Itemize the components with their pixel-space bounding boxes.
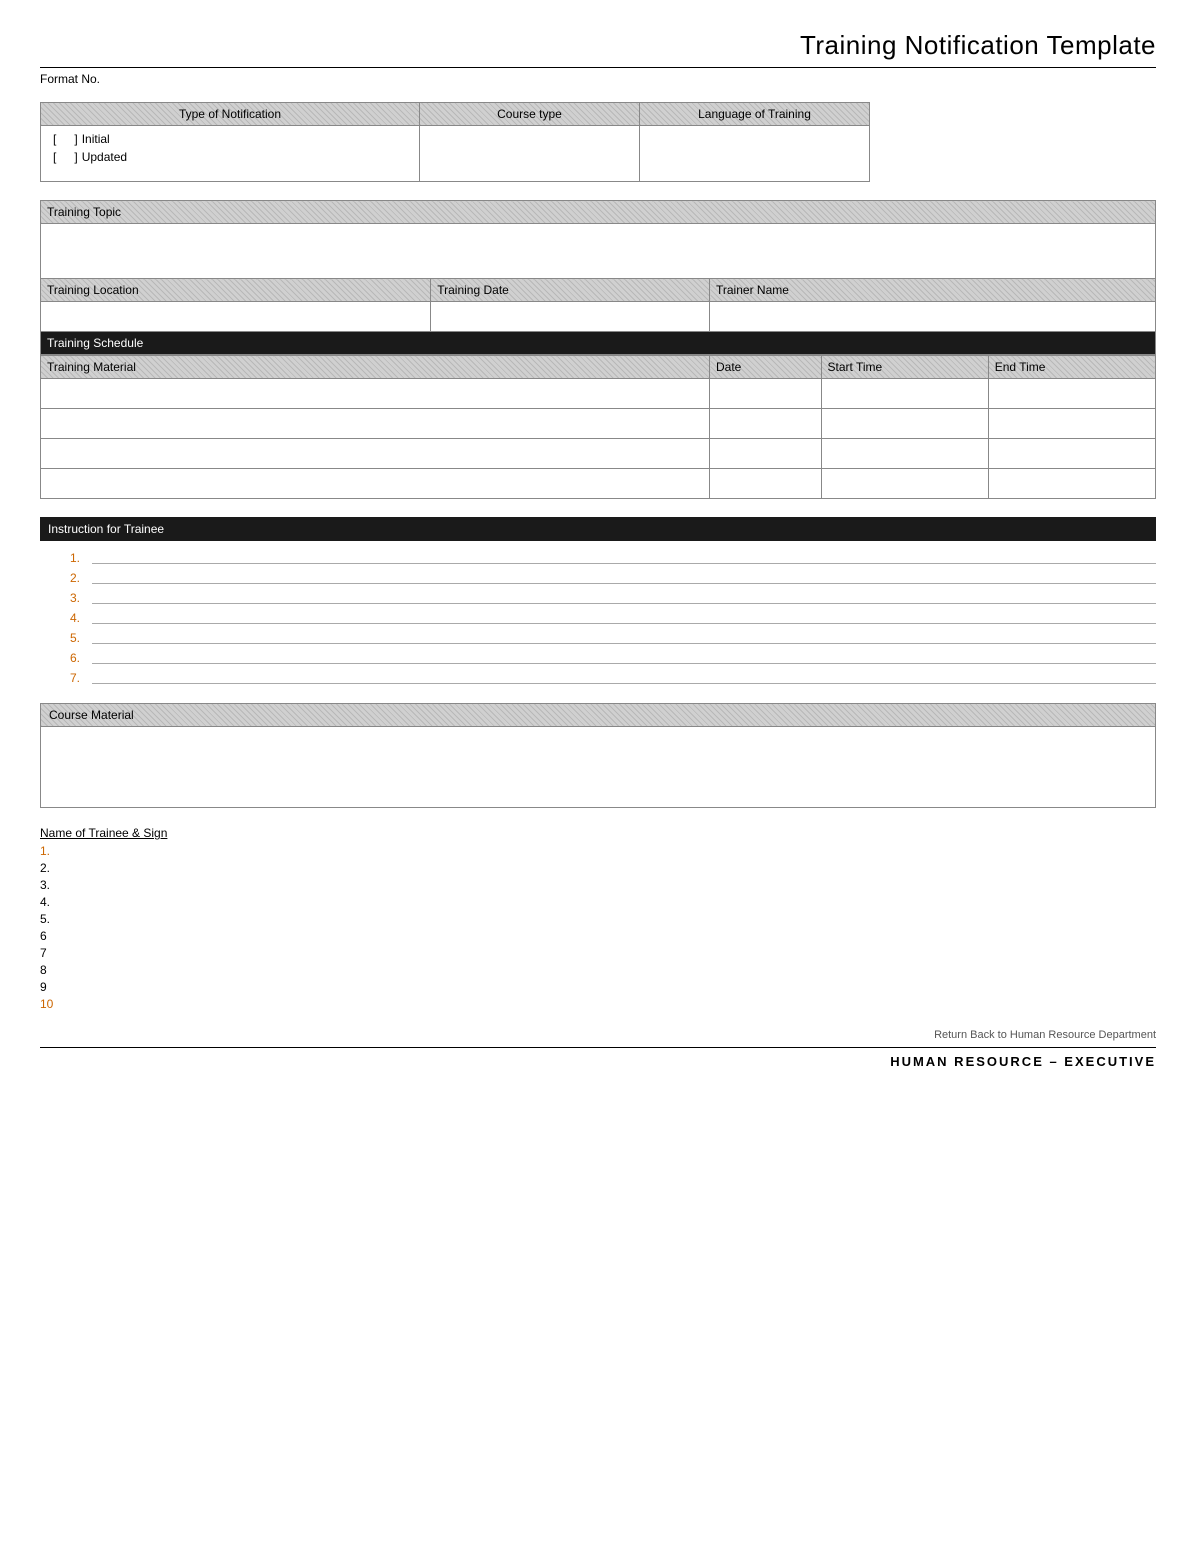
language-column: Language of Training (640, 102, 870, 182)
training-date-value[interactable] (431, 302, 710, 332)
instruction-line-7 (92, 683, 1156, 684)
schedule-start-3[interactable] (821, 439, 988, 469)
date-col-header: Date (710, 356, 822, 379)
page-title: Training Notification Template (40, 30, 1156, 61)
schedule-material-2[interactable] (41, 409, 710, 439)
trainee-item-4: 4. (40, 895, 1156, 909)
instruction-num-1: 1. (70, 551, 88, 565)
bracket-open-2: [ (53, 150, 56, 164)
trainee-item-5: 5. (40, 912, 1156, 926)
schedule-start-2[interactable] (821, 409, 988, 439)
instruction-line-1 (92, 563, 1156, 564)
schedule-date-3[interactable] (710, 439, 822, 469)
training-date-header: Training Date (431, 279, 710, 302)
trainee-item-1: 1. (40, 844, 1156, 858)
trainee-item-10: 10 (40, 997, 1156, 1011)
footer: HUMAN RESOURCE – EXECUTIVE (40, 1047, 1156, 1069)
language-body (640, 126, 869, 181)
instruction-line-3 (92, 603, 1156, 604)
instruction-list: 1. 2. 3. 4. 5. 6. 7. (40, 551, 1156, 685)
initial-label: Initial (82, 132, 110, 146)
instruction-line-4 (92, 623, 1156, 624)
instruction-num-5: 5. (70, 631, 88, 645)
course-material-body[interactable] (41, 727, 1155, 807)
schedule-end-4[interactable] (988, 469, 1155, 499)
course-column: Course type (420, 102, 640, 182)
training-topic-table: Training Topic Training Location Trainin… (40, 200, 1156, 355)
training-material-header: Training Material (41, 356, 710, 379)
instruction-num-7: 7. (70, 671, 88, 685)
training-schedule-header: Training Schedule (41, 332, 1156, 355)
trainee-item-9: 9 (40, 980, 1156, 994)
training-location-value[interactable] (41, 302, 431, 332)
instruction-item-4: 4. (70, 611, 1156, 625)
instruction-header: Instruction for Trainee (40, 517, 1156, 541)
schedule-date-2[interactable] (710, 409, 822, 439)
checkbox-space-2 (60, 150, 70, 164)
bracket-open-1: [ (53, 132, 56, 146)
schedule-material-4[interactable] (41, 469, 710, 499)
instruction-item-6: 6. (70, 651, 1156, 665)
course-header: Course type (420, 103, 639, 126)
language-header: Language of Training (640, 103, 869, 126)
instruction-item-7: 7. (70, 671, 1156, 685)
bracket-close-2: ] (74, 150, 77, 164)
schedule-material-1[interactable] (41, 379, 710, 409)
schedule-date-4[interactable] (710, 469, 822, 499)
trainee-section-header: Name of Trainee & Sign (40, 826, 1156, 840)
instruction-item-3: 3. (70, 591, 1156, 605)
return-note: Return Back to Human Resource Department (40, 1029, 1156, 1041)
format-no: Format No. (40, 67, 1156, 86)
schedule-end-1[interactable] (988, 379, 1155, 409)
top-info-row: Type of Notification [ ] Initial [ ] Upd… (40, 102, 1156, 182)
schedule-start-4[interactable] (821, 469, 988, 499)
trainee-item-7: 7 (40, 946, 1156, 960)
instruction-num-6: 6. (70, 651, 88, 665)
trainer-name-value[interactable] (710, 302, 1156, 332)
trainee-item-3: 3. (40, 878, 1156, 892)
trainee-item-2: 2. (40, 861, 1156, 875)
training-location-header: Training Location (41, 279, 431, 302)
updated-label: Updated (82, 150, 127, 164)
end-time-col-header: End Time (988, 356, 1155, 379)
updated-checkbox-row: [ ] Updated (49, 148, 411, 166)
notification-body: [ ] Initial [ ] Updated (41, 126, 419, 181)
course-material-box: Course Material (40, 703, 1156, 808)
notification-column: Type of Notification [ ] Initial [ ] Upd… (40, 102, 420, 182)
course-body (420, 126, 639, 181)
trainee-item-6: 6 (40, 929, 1156, 943)
training-topic-value[interactable] (41, 224, 1156, 279)
instruction-item-1: 1. (70, 551, 1156, 565)
instruction-num-3: 3. (70, 591, 88, 605)
instruction-item-2: 2. (70, 571, 1156, 585)
instruction-num-2: 2. (70, 571, 88, 585)
checkbox-space-1 (60, 132, 70, 146)
instruction-num-4: 4. (70, 611, 88, 625)
schedule-end-3[interactable] (988, 439, 1155, 469)
trainee-item-8: 8 (40, 963, 1156, 977)
instruction-line-2 (92, 583, 1156, 584)
training-topic-header: Training Topic (41, 201, 1156, 224)
trainer-name-header: Trainer Name (710, 279, 1156, 302)
schedule-start-1[interactable] (821, 379, 988, 409)
instruction-line-6 (92, 663, 1156, 664)
instruction-line-5 (92, 643, 1156, 644)
start-time-col-header: Start Time (821, 356, 988, 379)
course-material-header: Course Material (41, 704, 1155, 727)
bracket-close-1: ] (74, 132, 77, 146)
trainee-list: 1. 2. 3. 4. 5. 6 7 8 9 10 (40, 844, 1156, 1011)
notification-header: Type of Notification (41, 103, 419, 126)
schedule-material-3[interactable] (41, 439, 710, 469)
training-info-section: Training Topic Training Location Trainin… (40, 200, 1156, 355)
instruction-item-5: 5. (70, 631, 1156, 645)
schedule-table: Training Material Date Start Time End Ti… (40, 355, 1156, 499)
schedule-end-2[interactable] (988, 409, 1155, 439)
initial-checkbox-row: [ ] Initial (49, 130, 411, 148)
schedule-date-1[interactable] (710, 379, 822, 409)
